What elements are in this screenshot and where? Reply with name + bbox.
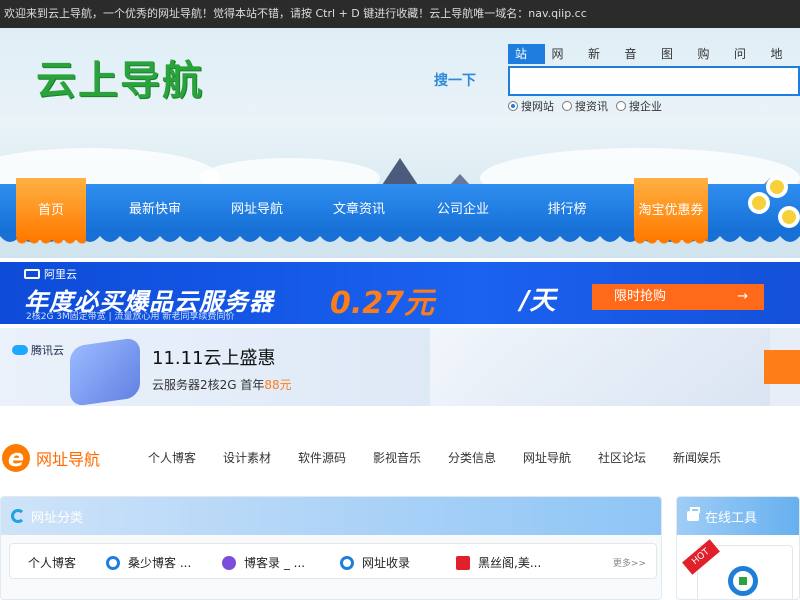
search-tab-shopping[interactable]: 购物 xyxy=(691,44,728,81)
tencent-ad-title: 11.11云上盛惠 xyxy=(152,348,276,369)
category-link-personal-blog[interactable]: 个人博客 xyxy=(148,449,196,466)
search-tab-qa[interactable]: 问答 xyxy=(727,44,764,81)
ie-logo-icon: e xyxy=(2,444,30,472)
category-link-software[interactable]: 软件源码 xyxy=(298,449,346,466)
radio-search-site[interactable]: 搜网站 xyxy=(508,98,554,114)
aliyun-logo-icon xyxy=(24,269,40,279)
nav-item-home[interactable]: 首页 xyxy=(16,178,86,246)
radio-search-news[interactable]: 搜资讯 xyxy=(562,98,608,114)
more-link[interactable]: 更多>> xyxy=(613,556,646,569)
welcome-notice: 欢迎来到云上导航，一个优秀的网址导航！觉得本站不错，请按 Ctrl + D 键进… xyxy=(4,7,587,20)
nav-item-latest-review[interactable]: 最新快审 xyxy=(120,184,190,232)
online-tools-title: 在线工具 xyxy=(705,510,758,526)
tencent-ad-subtitle: 云服务器2核2G 首年88元 xyxy=(152,378,292,392)
tool-logo-icon xyxy=(728,566,758,596)
search-tab-news[interactable]: 新闻 xyxy=(581,44,618,81)
site-nav-heading: e 网址导航 xyxy=(2,444,100,472)
aliyun-ad-banner[interactable]: 阿里云 年度必买爆品云服务器 0.27元 /天 2核2G 3M固定带宽 | 流量… xyxy=(0,262,800,324)
search-tab-map[interactable]: 地图 xyxy=(764,44,800,81)
site-logo[interactable]: 云上导航 xyxy=(36,48,204,106)
radio-search-company[interactable]: 搜企业 xyxy=(616,98,662,114)
radio-checked-icon xyxy=(508,101,518,111)
search-engine-tabs: 站内 网页 新闻 音乐 图片 购物 问答 地图 xyxy=(508,44,800,81)
radio-icon xyxy=(562,101,572,111)
search-tab-site[interactable]: 站内 xyxy=(508,44,545,81)
category-panel-title: 网址分类 xyxy=(31,510,84,526)
nav-item-companies[interactable]: 公司企业 xyxy=(428,184,498,232)
aliyun-ad-subtitle: 2核2G 3M固定带宽 | 流量放心用 新老同享续费同价 xyxy=(26,312,235,322)
tencent-cloud-logo-icon xyxy=(12,345,28,355)
radio-icon xyxy=(616,101,626,111)
aliyun-ad-unit: /天 xyxy=(520,286,556,316)
nav-item-taobao-coupons[interactable]: 淘宝优惠券 xyxy=(634,178,708,246)
category-panel-header: 网址分类 xyxy=(1,497,661,535)
category-row: 个人博客 桑少博客 ... 博客录 _ ... 网址收录 黑丝阁,美... 更多… xyxy=(9,543,657,579)
category-panel: 网址分类 个人博客 桑少博客 ... 博客录 _ ... 网址收录 黑丝阁,美.… xyxy=(0,496,662,600)
nav-item-ranking[interactable]: 排行榜 xyxy=(532,184,602,232)
top-notice-bar: 欢迎来到云上导航，一个优秀的网址导航！觉得本站不错，请按 Ctrl + D 键进… xyxy=(0,0,800,28)
site-favicon-icon xyxy=(106,555,120,570)
online-tools-panel: 在线工具 HOT xyxy=(676,496,800,600)
site-nav-title: 网址导航 xyxy=(36,450,101,469)
online-tools-header: 在线工具 xyxy=(677,497,799,535)
aliyun-ad-price: 0.27元 xyxy=(330,286,435,321)
site-favicon-icon xyxy=(340,555,354,570)
search-options: 搜网站 搜资讯 搜企业 xyxy=(508,98,662,114)
site-favicon-icon xyxy=(222,555,236,570)
arrow-right-icon: → xyxy=(737,289,748,304)
category-link-media[interactable]: 影视音乐 xyxy=(373,449,421,466)
tencent-ad-banner[interactable]: 腾讯云 11.11云上盛惠 云服务器2核2G 首年88元 xyxy=(0,328,800,406)
site-link[interactable]: 博客录 _ ... xyxy=(222,554,305,571)
search-tab-music[interactable]: 音乐 xyxy=(618,44,655,81)
nav-item-site-nav[interactable]: 网址导航 xyxy=(222,184,292,232)
cloud-cube-icon xyxy=(70,337,140,406)
search-tab-images[interactable]: 图片 xyxy=(654,44,691,81)
nav-item-articles[interactable]: 文章资讯 xyxy=(324,184,394,232)
tencent-ad-price: 88元 xyxy=(264,378,292,392)
banner-decoration xyxy=(430,328,770,406)
flower-decoration-icon xyxy=(770,180,784,194)
site-link[interactable]: 黑丝阁,美... xyxy=(456,554,541,571)
category-link-classifieds[interactable]: 分类信息 xyxy=(448,449,496,466)
briefcase-icon xyxy=(687,507,700,521)
category-link-forums[interactable]: 社区论坛 xyxy=(598,449,646,466)
tencent-brand: 腾讯云 xyxy=(12,342,64,358)
refresh-icon xyxy=(11,509,25,523)
site-favicon-icon xyxy=(456,555,470,570)
flower-decoration-icon xyxy=(752,196,766,210)
category-link-news[interactable]: 新闻娱乐 xyxy=(673,449,721,466)
search-tab-web[interactable]: 网页 xyxy=(545,44,582,81)
site-link[interactable]: 桑少博客 ... xyxy=(106,554,191,571)
category-row-label[interactable]: 个人博客 xyxy=(28,554,76,571)
category-link-design[interactable]: 设计素材 xyxy=(223,449,271,466)
aliyun-buy-button[interactable]: 限时抢购 → xyxy=(592,284,764,310)
search-label: 搜一下 xyxy=(434,73,476,89)
banner-orange-tab xyxy=(764,350,800,384)
search-input[interactable] xyxy=(508,66,800,96)
flower-decoration-icon xyxy=(782,210,796,224)
aliyun-brand: 阿里云 xyxy=(24,266,77,282)
category-link-site-nav[interactable]: 网址导航 xyxy=(523,449,571,466)
site-link[interactable]: 网址收录 xyxy=(340,554,410,571)
